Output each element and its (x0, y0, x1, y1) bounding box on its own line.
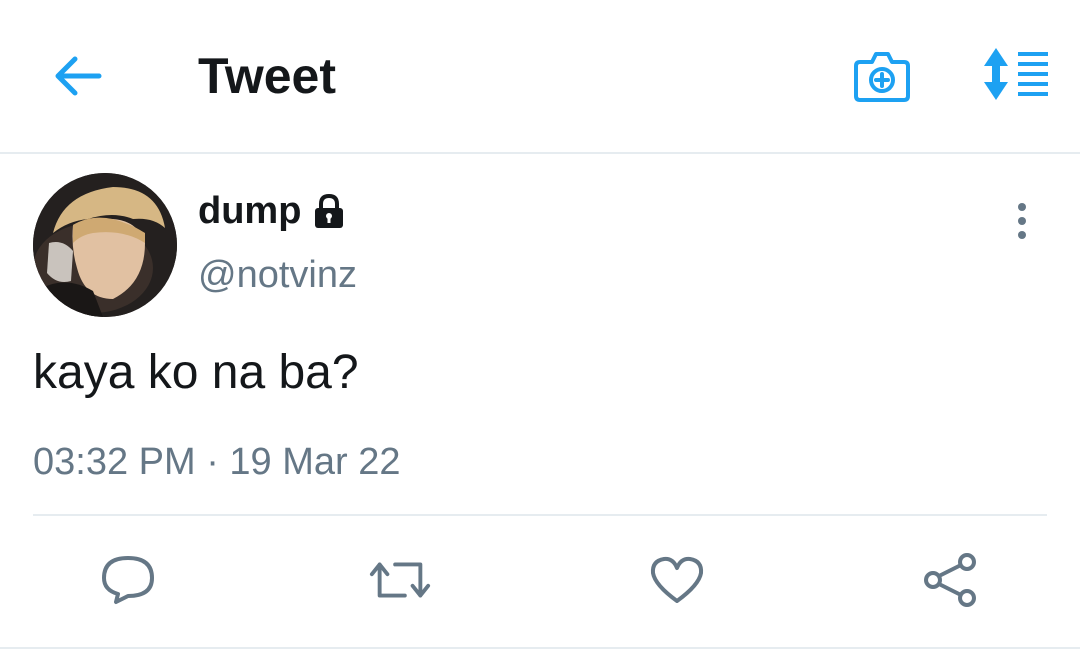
avatar-photo (33, 173, 177, 317)
top-bar: Tweet (0, 0, 1080, 154)
reply-icon (102, 556, 154, 604)
sort-list-icon (984, 48, 1048, 100)
arrow-left-icon (55, 56, 102, 96)
tweet-text: kaya ko na ba? (33, 346, 359, 399)
share-button[interactable] (918, 548, 982, 612)
retweet-icon (369, 562, 431, 598)
bottom-divider (0, 647, 1080, 649)
share-icon (924, 553, 976, 607)
tweet-timestamp[interactable]: 03:32 PM · 19 Mar 22 (33, 438, 401, 486)
reply-button[interactable] (96, 548, 160, 612)
heart-icon (650, 556, 704, 603)
avatar[interactable] (33, 173, 177, 317)
display-name-text: dump (198, 190, 302, 232)
more-options-button[interactable] (1000, 196, 1044, 246)
back-button[interactable] (50, 50, 106, 102)
lock-icon (311, 193, 347, 229)
sort-button[interactable] (976, 44, 1052, 104)
camera-button[interactable] (850, 44, 914, 104)
like-button[interactable] (645, 548, 709, 612)
more-vertical-icon (1018, 203, 1026, 239)
display-name[interactable]: dump (198, 188, 347, 234)
camera-plus-icon (854, 52, 910, 102)
user-handle[interactable]: @notvinz (198, 252, 357, 298)
page-title: Tweet (198, 48, 336, 104)
retweet-button[interactable] (368, 548, 432, 612)
divider (33, 514, 1047, 516)
